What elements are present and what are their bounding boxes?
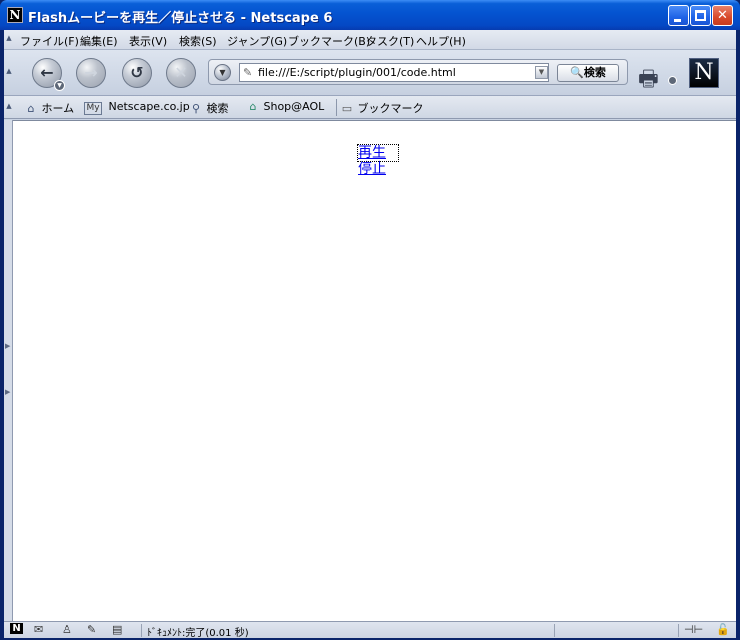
search-label: 検索 [206, 102, 229, 115]
title-bar[interactable]: N Flashムービーを再生／停止させる - Netscape 6 ✕ [0, 0, 740, 30]
sidebar-open-icon: ▶ [5, 342, 11, 350]
status-text: ﾄﾞｷｭﾒﾝﾄ:完了(0.01 秒) [147, 628, 249, 639]
personal-toolbar: ▲ ⌂ ホーム My Netscape.co.jp ⚲ 検索 ⌂ Shop@AO… [4, 96, 736, 119]
menubar-collapse-grip[interactable]: ▲ [5, 34, 13, 42]
online-connection-icon[interactable]: ⊣⊢ [684, 623, 703, 636]
navigation-toolbar: ▲ ← ▼ → ↺ ✕ ▼ file:///E:/script/plugin/0… [4, 50, 736, 96]
search-button[interactable]: 🔍検索 [557, 64, 619, 82]
folder-icon: ▭ [341, 102, 353, 115]
forward-arrow-icon: → [84, 63, 98, 82]
home-label: ホーム [41, 102, 75, 115]
my-netscape-icon: My [84, 102, 102, 115]
url-bar: ▼ file:///E:/script/plugin/001/code.html… [208, 59, 628, 85]
security-lock-icon[interactable]: 🔓 [716, 623, 730, 636]
sidebar-grip[interactable]: ▶ ▶ [4, 120, 13, 621]
netscape-status-icon[interactable]: N [10, 623, 23, 634]
menu-help[interactable]: ヘルプ(H) [416, 33, 466, 49]
personal-toolbar-netscape[interactable]: My Netscape.co.jp [84, 100, 190, 115]
maximize-button[interactable] [690, 5, 711, 26]
reload-icon: ↺ [130, 63, 144, 82]
stop-icon: ✕ [174, 63, 188, 82]
forward-button[interactable]: → [76, 58, 106, 88]
menu-view[interactable]: 表示(V) [129, 33, 167, 49]
page-icon: ✎ [243, 66, 253, 79]
sidebar-open-icon: ▶ [5, 388, 11, 396]
browser-chrome: ▲ ファイル(F) 編集(E) 表示(V) 検索(S) ジャンプ(G) ブックマ… [4, 30, 736, 120]
shop-label: Shop@AOL [263, 100, 325, 113]
url-dropdown-button[interactable]: ▼ [535, 66, 548, 79]
print-icon[interactable]: 🖶 [638, 62, 659, 100]
window-title: Flashムービーを再生／停止させる - Netscape 6 [28, 11, 333, 26]
page-content: 再生 停止 [13, 120, 736, 621]
menu-edit[interactable]: 編集(E) [80, 33, 118, 49]
url-input[interactable]: file:///E:/script/plugin/001/code.html [239, 63, 549, 82]
bookmarks-label: ブックマーク [357, 102, 424, 115]
stop-button[interactable]: ✕ [166, 58, 196, 88]
minimize-button[interactable] [668, 5, 689, 26]
back-arrow-icon: ← [40, 63, 54, 82]
url-go-button[interactable]: ▼ [214, 64, 231, 81]
home-icon: ⌂ [27, 102, 35, 115]
reload-button[interactable]: ↺ [122, 58, 152, 88]
menu-search[interactable]: 検索(S) [179, 33, 217, 49]
link-list: 再生 停止 [357, 144, 399, 177]
status-separator [554, 624, 555, 637]
stop-link[interactable]: 停止 [358, 161, 398, 177]
back-history-dropdown-icon[interactable]: ▼ [54, 80, 65, 91]
address-book-icon[interactable]: ▤ [112, 623, 122, 636]
back-button[interactable]: ← ▼ [32, 58, 65, 91]
menu-file[interactable]: ファイル(F) [20, 33, 79, 49]
mail-icon[interactable]: ✉ [34, 623, 43, 636]
shop-icon: ⌂ [249, 100, 257, 113]
netscape-label: Netscape.co.jp [108, 100, 190, 113]
personal-toolbar-shop[interactable]: ⌂ Shop@AOL [246, 100, 325, 113]
personal-toolbar-home[interactable]: ⌂ ホーム [24, 100, 75, 116]
play-link[interactable]: 再生 [357, 144, 399, 162]
menu-tasks[interactable]: タスク(T) [366, 33, 414, 49]
personalbar-collapse-grip[interactable]: ▲ [5, 102, 13, 110]
search-icon: ⚲ [191, 102, 201, 115]
print-dropdown-icon[interactable] [668, 76, 677, 85]
status-separator [141, 624, 142, 637]
close-icon: ✕ [717, 8, 728, 23]
personal-toolbar-bookmarks[interactable]: ▭ ブックマーク [340, 100, 424, 116]
toolbar-separator [336, 99, 337, 116]
navbar-collapse-grip[interactable]: ▲ [5, 67, 13, 75]
minimize-icon [674, 19, 681, 22]
menu-bookmarks[interactable]: ブックマーク(B) [288, 33, 370, 49]
netscape-logo[interactable]: N [689, 58, 719, 88]
status-bar: N ✉ ♙ ✎ ▤ ﾄﾞｷｭﾒﾝﾄ:完了(0.01 秒) ⊣⊢ 🔓 [4, 621, 736, 639]
instant-messenger-icon[interactable]: ♙ [62, 623, 72, 636]
netscape-app-icon[interactable]: N [7, 7, 23, 23]
maximize-icon [695, 10, 706, 21]
menu-bar: ▲ ファイル(F) 編集(E) 表示(V) 検索(S) ジャンプ(G) ブックマ… [4, 30, 736, 50]
personal-toolbar-search[interactable]: ⚲ 検索 [189, 100, 229, 116]
browser-window: N Flashムービーを再生／停止させる - Netscape 6 ✕ ▲ ファ… [0, 0, 740, 640]
status-separator [678, 624, 679, 637]
menu-go[interactable]: ジャンプ(G) [227, 33, 287, 49]
close-button[interactable]: ✕ [712, 5, 733, 26]
composer-icon[interactable]: ✎ [87, 623, 96, 636]
